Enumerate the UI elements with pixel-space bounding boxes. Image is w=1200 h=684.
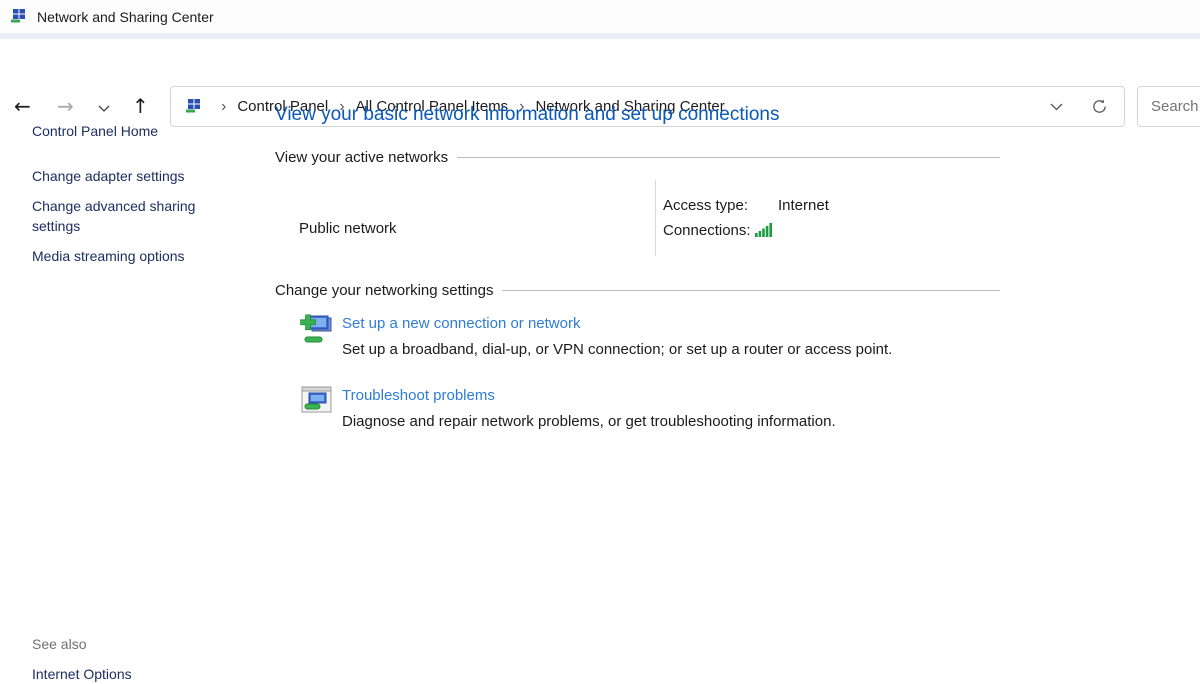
network-name: Public network xyxy=(299,220,397,237)
networking-settings-section-header: Change your networking settings xyxy=(275,282,1000,299)
page-title: View your basic network information and … xyxy=(275,104,779,126)
network-and-sharing-icon xyxy=(185,98,202,115)
sidebar-item-media-streaming-options[interactable]: Media streaming options xyxy=(32,246,185,266)
forward-button[interactable]: → xyxy=(57,92,74,120)
network-and-sharing-icon xyxy=(10,8,27,25)
troubleshoot-icon xyxy=(301,384,332,415)
refresh-icon[interactable] xyxy=(1091,98,1108,115)
sidebar-item-internet-options[interactable]: Internet Options xyxy=(32,664,132,684)
see-also-heading: See also xyxy=(32,636,86,652)
sidebar-item-change-advanced-sharing-settings[interactable]: Change advanced sharing settings xyxy=(32,196,212,236)
setup-new-connection-link[interactable]: Set up a new connection or network xyxy=(342,315,580,332)
new-connection-icon xyxy=(299,310,334,345)
active-networks-label: View your active networks xyxy=(275,149,448,166)
troubleshoot-problems-link[interactable]: Troubleshoot problems xyxy=(342,387,495,404)
access-type-label: Access type: xyxy=(663,197,748,214)
window-title: Network and Sharing Center xyxy=(37,9,214,25)
up-button[interactable]: ↑ xyxy=(132,92,149,120)
sidebar-item-change-adapter-settings[interactable]: Change adapter settings xyxy=(32,166,185,186)
navigation-toolbar: ← → ↑ › Control Panel › All Control Pane… xyxy=(0,39,1200,95)
search-box[interactable] xyxy=(1137,86,1200,127)
address-dropdown-chevron-icon[interactable] xyxy=(1050,103,1063,111)
setup-new-connection-description: Set up a broadband, dial-up, or VPN conn… xyxy=(342,341,892,358)
recent-locations-chevron-icon[interactable] xyxy=(98,100,110,115)
search-input[interactable] xyxy=(1138,98,1200,115)
title-bar: Network and Sharing Center xyxy=(0,0,1200,33)
back-button[interactable]: ← xyxy=(14,92,31,120)
sidebar-item-control-panel-home[interactable]: Control Panel Home xyxy=(32,121,158,141)
network-sharing-center-window: Network and Sharing Center ← → ↑ › Contr… xyxy=(0,0,1200,675)
section-divider xyxy=(457,157,1000,158)
section-divider xyxy=(502,290,1000,291)
access-type-value: Internet xyxy=(778,197,829,214)
network-detail-divider xyxy=(655,180,656,256)
connections-label: Connections: xyxy=(663,222,751,239)
troubleshoot-problems-description: Diagnose and repair network problems, or… xyxy=(342,413,836,430)
signal-bars-icon[interactable] xyxy=(755,222,775,237)
networking-settings-label: Change your networking settings xyxy=(275,282,493,299)
breadcrumb-separator-icon: › xyxy=(221,98,226,116)
active-networks-section-header: View your active networks xyxy=(275,149,1000,166)
